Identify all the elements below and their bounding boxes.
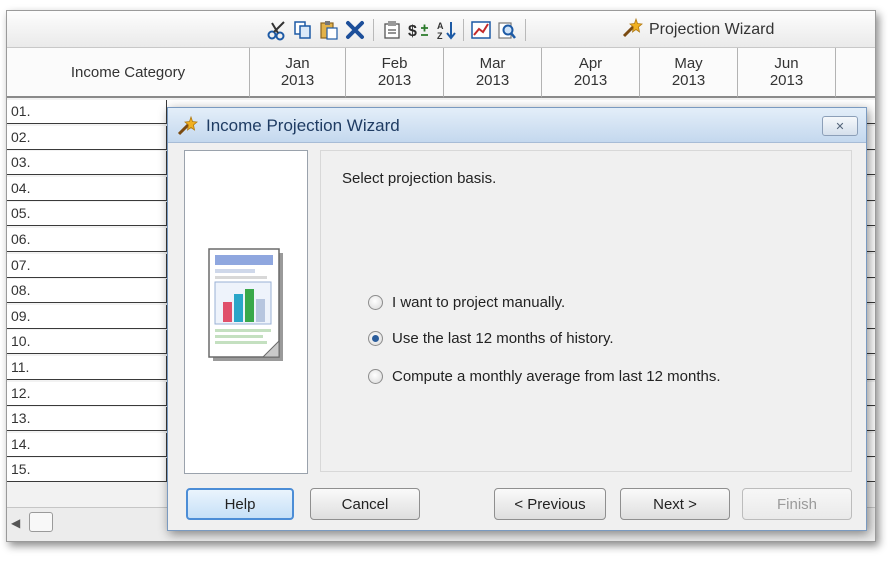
projection-wizard-label: Projection Wizard bbox=[649, 21, 775, 38]
copy-icon[interactable] bbox=[291, 18, 315, 42]
option-label: Use the last 12 months of history. bbox=[392, 330, 614, 347]
help-button[interactable]: Help bbox=[186, 488, 294, 520]
close-icon: ✕ bbox=[835, 120, 845, 133]
year-label: 2013 bbox=[573, 72, 608, 89]
scrollbar-thumb[interactable] bbox=[29, 512, 53, 532]
radio-button[interactable] bbox=[368, 331, 383, 346]
year-label: 2013 bbox=[769, 72, 804, 89]
properties-icon[interactable] bbox=[381, 18, 405, 42]
scroll-left-icon[interactable]: ◀ bbox=[11, 516, 20, 530]
option-project-manually[interactable]: I want to project manually. bbox=[368, 294, 565, 311]
svg-text:$: $ bbox=[408, 23, 417, 40]
row-number: 01. bbox=[11, 103, 31, 119]
year-label: 2013 bbox=[377, 72, 412, 89]
row-number: 14. bbox=[11, 435, 31, 452]
toolbar-separator bbox=[463, 19, 464, 41]
row-number: 13. bbox=[11, 410, 31, 427]
find-icon[interactable] bbox=[495, 18, 519, 42]
month-label: May bbox=[674, 55, 703, 72]
wizard-options-panel bbox=[320, 150, 852, 472]
month-label: Jun bbox=[774, 55, 799, 72]
scissors-icon[interactable] bbox=[265, 18, 289, 42]
dialog-title: Income Projection Wizard bbox=[206, 116, 400, 135]
year-label: 2013 bbox=[280, 72, 315, 89]
projection-wizard-button[interactable]: Projection Wizard bbox=[621, 17, 774, 43]
month-label: Feb bbox=[381, 55, 408, 72]
row-number: 15. bbox=[11, 461, 31, 478]
finish-button: Finish bbox=[742, 488, 852, 520]
month-label: Mar bbox=[479, 55, 506, 72]
row-number: 02. bbox=[11, 128, 31, 145]
close-button[interactable]: ✕ bbox=[822, 116, 858, 136]
magic-wand-icon bbox=[621, 17, 643, 44]
option-label: I want to project manually. bbox=[392, 294, 566, 311]
magic-wand-icon bbox=[176, 115, 198, 142]
wizard-prompt: Select projection basis. bbox=[342, 170, 497, 187]
report-document-icon bbox=[207, 247, 283, 363]
month-header[interactable]: Jun 2013 bbox=[738, 48, 836, 98]
month-header[interactable]: Apr 2013 bbox=[542, 48, 640, 98]
option-monthly-average[interactable]: Compute a monthly average from last 12 m… bbox=[368, 368, 721, 385]
header-filler bbox=[836, 48, 875, 98]
next-button[interactable]: Next > bbox=[620, 488, 730, 520]
month-label: Jan bbox=[285, 55, 310, 72]
row-number: 03. bbox=[11, 154, 31, 171]
month-label: Apr bbox=[578, 55, 603, 72]
month-header[interactable]: May 2013 bbox=[640, 48, 738, 98]
chart-icon[interactable] bbox=[469, 18, 493, 42]
option-last-12-months[interactable]: Use the last 12 months of history. bbox=[368, 330, 614, 347]
toolbar: $ AZ Projection Wizard bbox=[7, 11, 875, 48]
sort-icon[interactable]: AZ bbox=[435, 18, 459, 42]
cancel-button[interactable]: Cancel bbox=[310, 488, 420, 520]
month-header[interactable]: Jan 2013 bbox=[250, 48, 346, 98]
year-label: 2013 bbox=[671, 72, 706, 89]
row-number: 12. bbox=[11, 384, 31, 401]
radio-button[interactable] bbox=[368, 369, 383, 384]
svg-text:A: A bbox=[437, 21, 444, 31]
dialog-titlebar: Income Projection Wizard ✕ bbox=[168, 108, 866, 143]
income-projection-wizard-dialog: Income Projection Wizard ✕ Select projec… bbox=[167, 107, 867, 531]
year-label: 2013 bbox=[475, 72, 510, 89]
row-number: 06. bbox=[11, 231, 31, 247]
month-header[interactable]: Feb 2013 bbox=[346, 48, 444, 98]
row-number: 11. bbox=[11, 359, 30, 375]
row-number: 09. bbox=[11, 307, 31, 324]
month-header[interactable]: Mar 2013 bbox=[444, 48, 542, 98]
paste-icon[interactable] bbox=[317, 18, 341, 42]
row-number: 10. bbox=[11, 333, 31, 350]
option-label: Compute a monthly average from last 12 m… bbox=[392, 368, 721, 385]
svg-text:Z: Z bbox=[437, 31, 443, 41]
previous-button[interactable]: < Previous bbox=[494, 488, 606, 520]
income-category-header[interactable]: Income Category bbox=[7, 48, 250, 98]
delete-icon[interactable] bbox=[343, 18, 367, 42]
toolbar-separator bbox=[525, 19, 526, 41]
row-number: 04. bbox=[11, 179, 31, 196]
row-number: 05. bbox=[11, 205, 31, 222]
row-number: 08. bbox=[11, 282, 31, 299]
row-number: 07. bbox=[11, 256, 31, 273]
radio-button[interactable] bbox=[368, 295, 383, 310]
toolbar-separator bbox=[373, 19, 374, 41]
wizard-illustration-panel bbox=[184, 150, 308, 474]
currency-icon[interactable]: $ bbox=[407, 18, 431, 42]
spreadsheet-window: $ AZ Projection Wizard Income Category J… bbox=[6, 10, 876, 542]
